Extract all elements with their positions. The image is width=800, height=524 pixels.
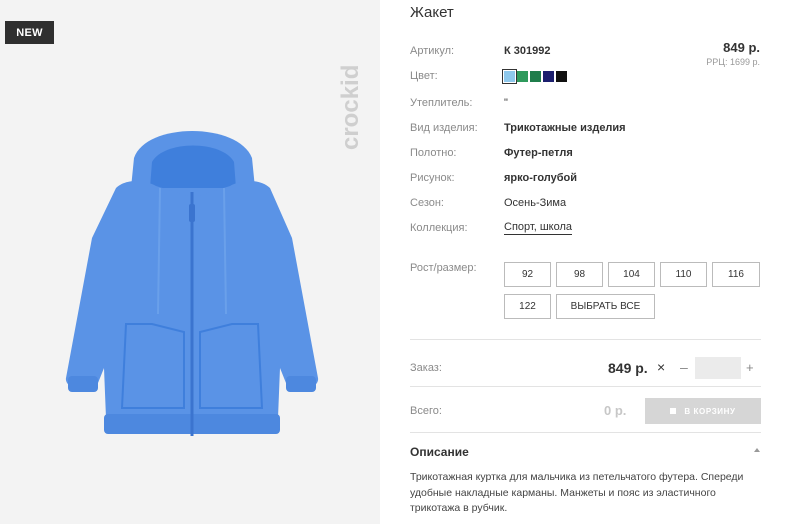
sizes-label: Рост/размер: [410,262,477,274]
attr-label: Полотно: [410,147,457,159]
brand-logo-text: crockid [338,65,364,150]
attr-label: Артикул: [410,45,455,57]
color-swatch-light-blue[interactable] [502,69,517,84]
attr-label: Цвет: [410,70,438,82]
quantity-minus-button[interactable]: – [680,359,688,375]
add-to-cart-label: В КОРЗИНУ [684,406,736,416]
attr-value: ярко-голубой [504,172,577,184]
attr-value: " [504,97,508,109]
divider [410,386,761,387]
attr-value: Трикотажные изделия [504,122,626,134]
total-label: Всего: [410,405,442,417]
order-label: Заказ: [410,362,442,374]
product-title: Жакет [410,4,454,21]
collection-link[interactable]: Спорт, школа [504,220,572,235]
color-swatch-dark-green[interactable] [530,71,541,82]
remove-icon[interactable]: × [657,359,665,375]
total-value: 0 р. [604,403,627,418]
color-swatch-navy[interactable] [543,71,554,82]
product-price: 849 р. [723,40,760,55]
attr-label: Рисунок: [410,172,455,184]
attr-label: Вид изделия: [410,122,478,134]
select-all-button[interactable]: ВЫБРАТЬ ВСЕ [556,294,655,319]
attr-value: Осень-Зима [504,197,567,209]
size-button-110[interactable]: 110 [660,262,707,287]
size-button-92[interactable]: 92 [504,262,551,287]
color-swatches [502,69,567,84]
color-swatch-green[interactable] [517,71,528,82]
attr-value: К 301992 [504,45,551,57]
attr-label: Коллекция: [410,222,468,234]
product-image-area[interactable]: NEW crockid [0,0,380,524]
divider [410,339,761,340]
order-price: 849 р. [608,360,648,376]
chevron-up-icon[interactable] [754,448,760,452]
attr-label: Утеплитель: [410,97,473,109]
attr-value: Футер-петля [504,147,573,159]
quantity-input[interactable] [695,357,741,379]
description-text: Трикотажная куртка для мальчика из петел… [410,471,744,514]
size-button-104[interactable]: 104 [608,262,655,287]
rrp-price: РРЦ: 1699 р. [706,57,760,67]
size-button-122[interactable]: 122 [504,294,551,319]
size-button-98[interactable]: 98 [556,262,603,287]
new-badge: NEW [5,21,54,44]
size-button-116[interactable]: 116 [712,262,760,287]
color-swatch-black[interactable] [556,71,567,82]
cart-icon [670,408,677,414]
quantity-plus-button[interactable]: + [746,360,754,375]
jacket-image [65,131,319,436]
description-title[interactable]: Описание [410,445,469,459]
brand-logo: crockid [338,65,364,150]
add-to-cart-button[interactable]: В КОРЗИНУ [645,398,761,424]
divider [410,432,761,433]
attr-label: Сезон: [410,197,444,209]
